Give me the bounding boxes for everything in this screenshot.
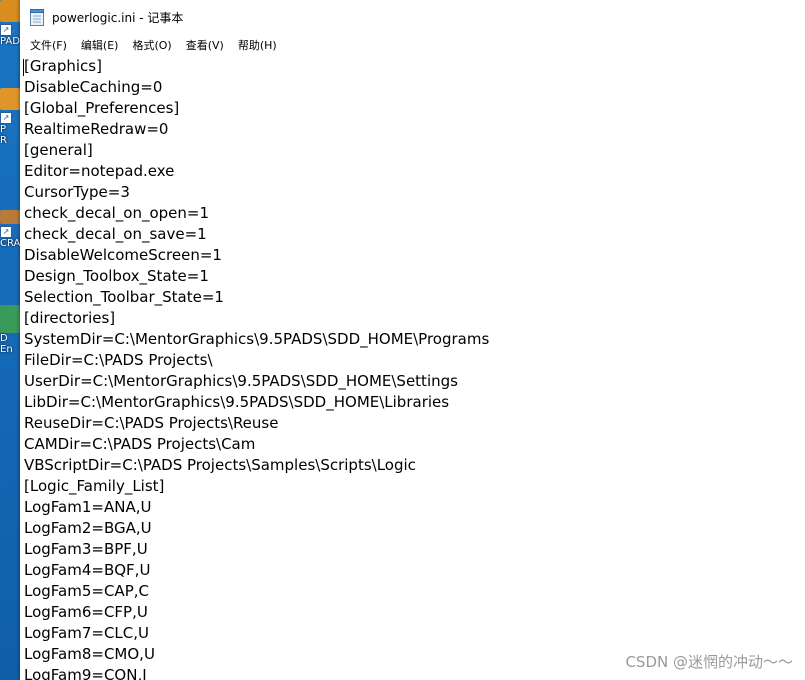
text-line: Design_Toolbox_State=1 [24, 267, 209, 285]
text-line: LibDir=C:\MentorGraphics\9.5PADS\SDD_HOM… [24, 393, 450, 411]
pads-app-icon [0, 0, 20, 22]
text-line: check_decal_on_save=1 [24, 225, 207, 243]
desktop-icon-p[interactable]: ↗ P R [0, 88, 22, 146]
desktop-icon-label: CRA [0, 238, 21, 249]
text-line: LogFam7=CLC,U [24, 624, 150, 642]
desktop-icon-pads[interactable]: ↗ PAD [0, 0, 22, 47]
menu-view[interactable]: 查看(V) [179, 35, 231, 55]
desktop-icon-label: R [0, 135, 7, 146]
title-bar[interactable]: powerlogic.ini - 记事本 [20, 0, 805, 34]
text-line: LogFam5=CAP,C [24, 582, 149, 600]
text-line: LogFam4=BQF,U [24, 561, 151, 579]
text-line: [general] [24, 141, 93, 159]
text-line: LogFam6=CFP,U [24, 603, 148, 621]
text-line: [Logic_Family_List] [24, 477, 165, 495]
menu-format[interactable]: 格式(O) [125, 35, 178, 55]
text-line: VBScriptDir=C:\PADS Projects\Samples\Scr… [24, 456, 416, 474]
cra-app-icon [0, 210, 20, 224]
text-line: ReuseDir=C:\PADS Projects\Reuse [24, 414, 279, 432]
text-line: UserDir=C:\MentorGraphics\9.5PADS\SDD_HO… [24, 372, 458, 390]
document-lines: [Graphics] DisableCaching=0 [Global_Pref… [20, 56, 805, 680]
desktop-icon-d[interactable]: D En [0, 305, 22, 355]
text-line: Editor=notepad.exe [24, 162, 175, 180]
notepad-window: powerlogic.ini - 记事本 文件(F) 编辑(E) 格式(O) 查… [20, 0, 805, 680]
text-line: FileDir=C:\PADS Projects\ [24, 351, 213, 369]
desktop-icon-cra[interactable]: ↗ CRA [0, 210, 22, 249]
menu-bar: 文件(F) 编辑(E) 格式(O) 查看(V) 帮助(H) [20, 34, 805, 57]
text-editor-area[interactable]: [Graphics] DisableCaching=0 [Global_Pref… [20, 56, 805, 680]
menu-file[interactable]: 文件(F) [23, 35, 74, 55]
text-line: LogFam1=ANA,U [24, 498, 152, 516]
watermark: CSDN @迷惘的冲动～～ [625, 653, 793, 671]
text-line: [Graphics] [24, 57, 102, 75]
desktop-icon-label: D [0, 333, 8, 344]
text-line: [directories] [24, 309, 116, 327]
shortcut-arrow-icon: ↗ [0, 24, 12, 36]
text-line: CAMDir=C:\PADS Projects\Cam [24, 435, 256, 453]
p-app-icon [0, 88, 20, 110]
window-title: powerlogic.ini - 记事本 [52, 10, 184, 25]
desktop-icon-label: PAD [0, 36, 20, 47]
text-line: check_decal_on_open=1 [24, 204, 210, 222]
menu-edit[interactable]: 编辑(E) [74, 35, 126, 55]
d-app-icon [0, 305, 20, 333]
text-line: SystemDir=C:\MentorGraphics\9.5PADS\SDD_… [24, 330, 490, 348]
text-line: DisableCaching=0 [24, 78, 163, 96]
text-line: [Global_Preferences] [24, 99, 180, 117]
shortcut-arrow-icon: ↗ [0, 226, 12, 238]
text-line: DisableWelcomeScreen=1 [24, 246, 222, 264]
text-line: CursorType=3 [24, 183, 130, 201]
desktop-icon-label: En [0, 344, 13, 355]
text-line: LogFam3=BPF,U [24, 540, 148, 558]
desktop-icon-label: P [0, 124, 7, 135]
text-line: Selection_Toolbar_State=1 [24, 288, 224, 306]
menu-help[interactable]: 帮助(H) [231, 35, 284, 55]
text-line: LogFam2=BGA,U [24, 519, 152, 537]
notepad-icon [30, 8, 44, 26]
shortcut-arrow-icon: ↗ [0, 112, 12, 124]
text-line: RealtimeRedraw=0 [24, 120, 169, 138]
text-caret [23, 59, 24, 76]
